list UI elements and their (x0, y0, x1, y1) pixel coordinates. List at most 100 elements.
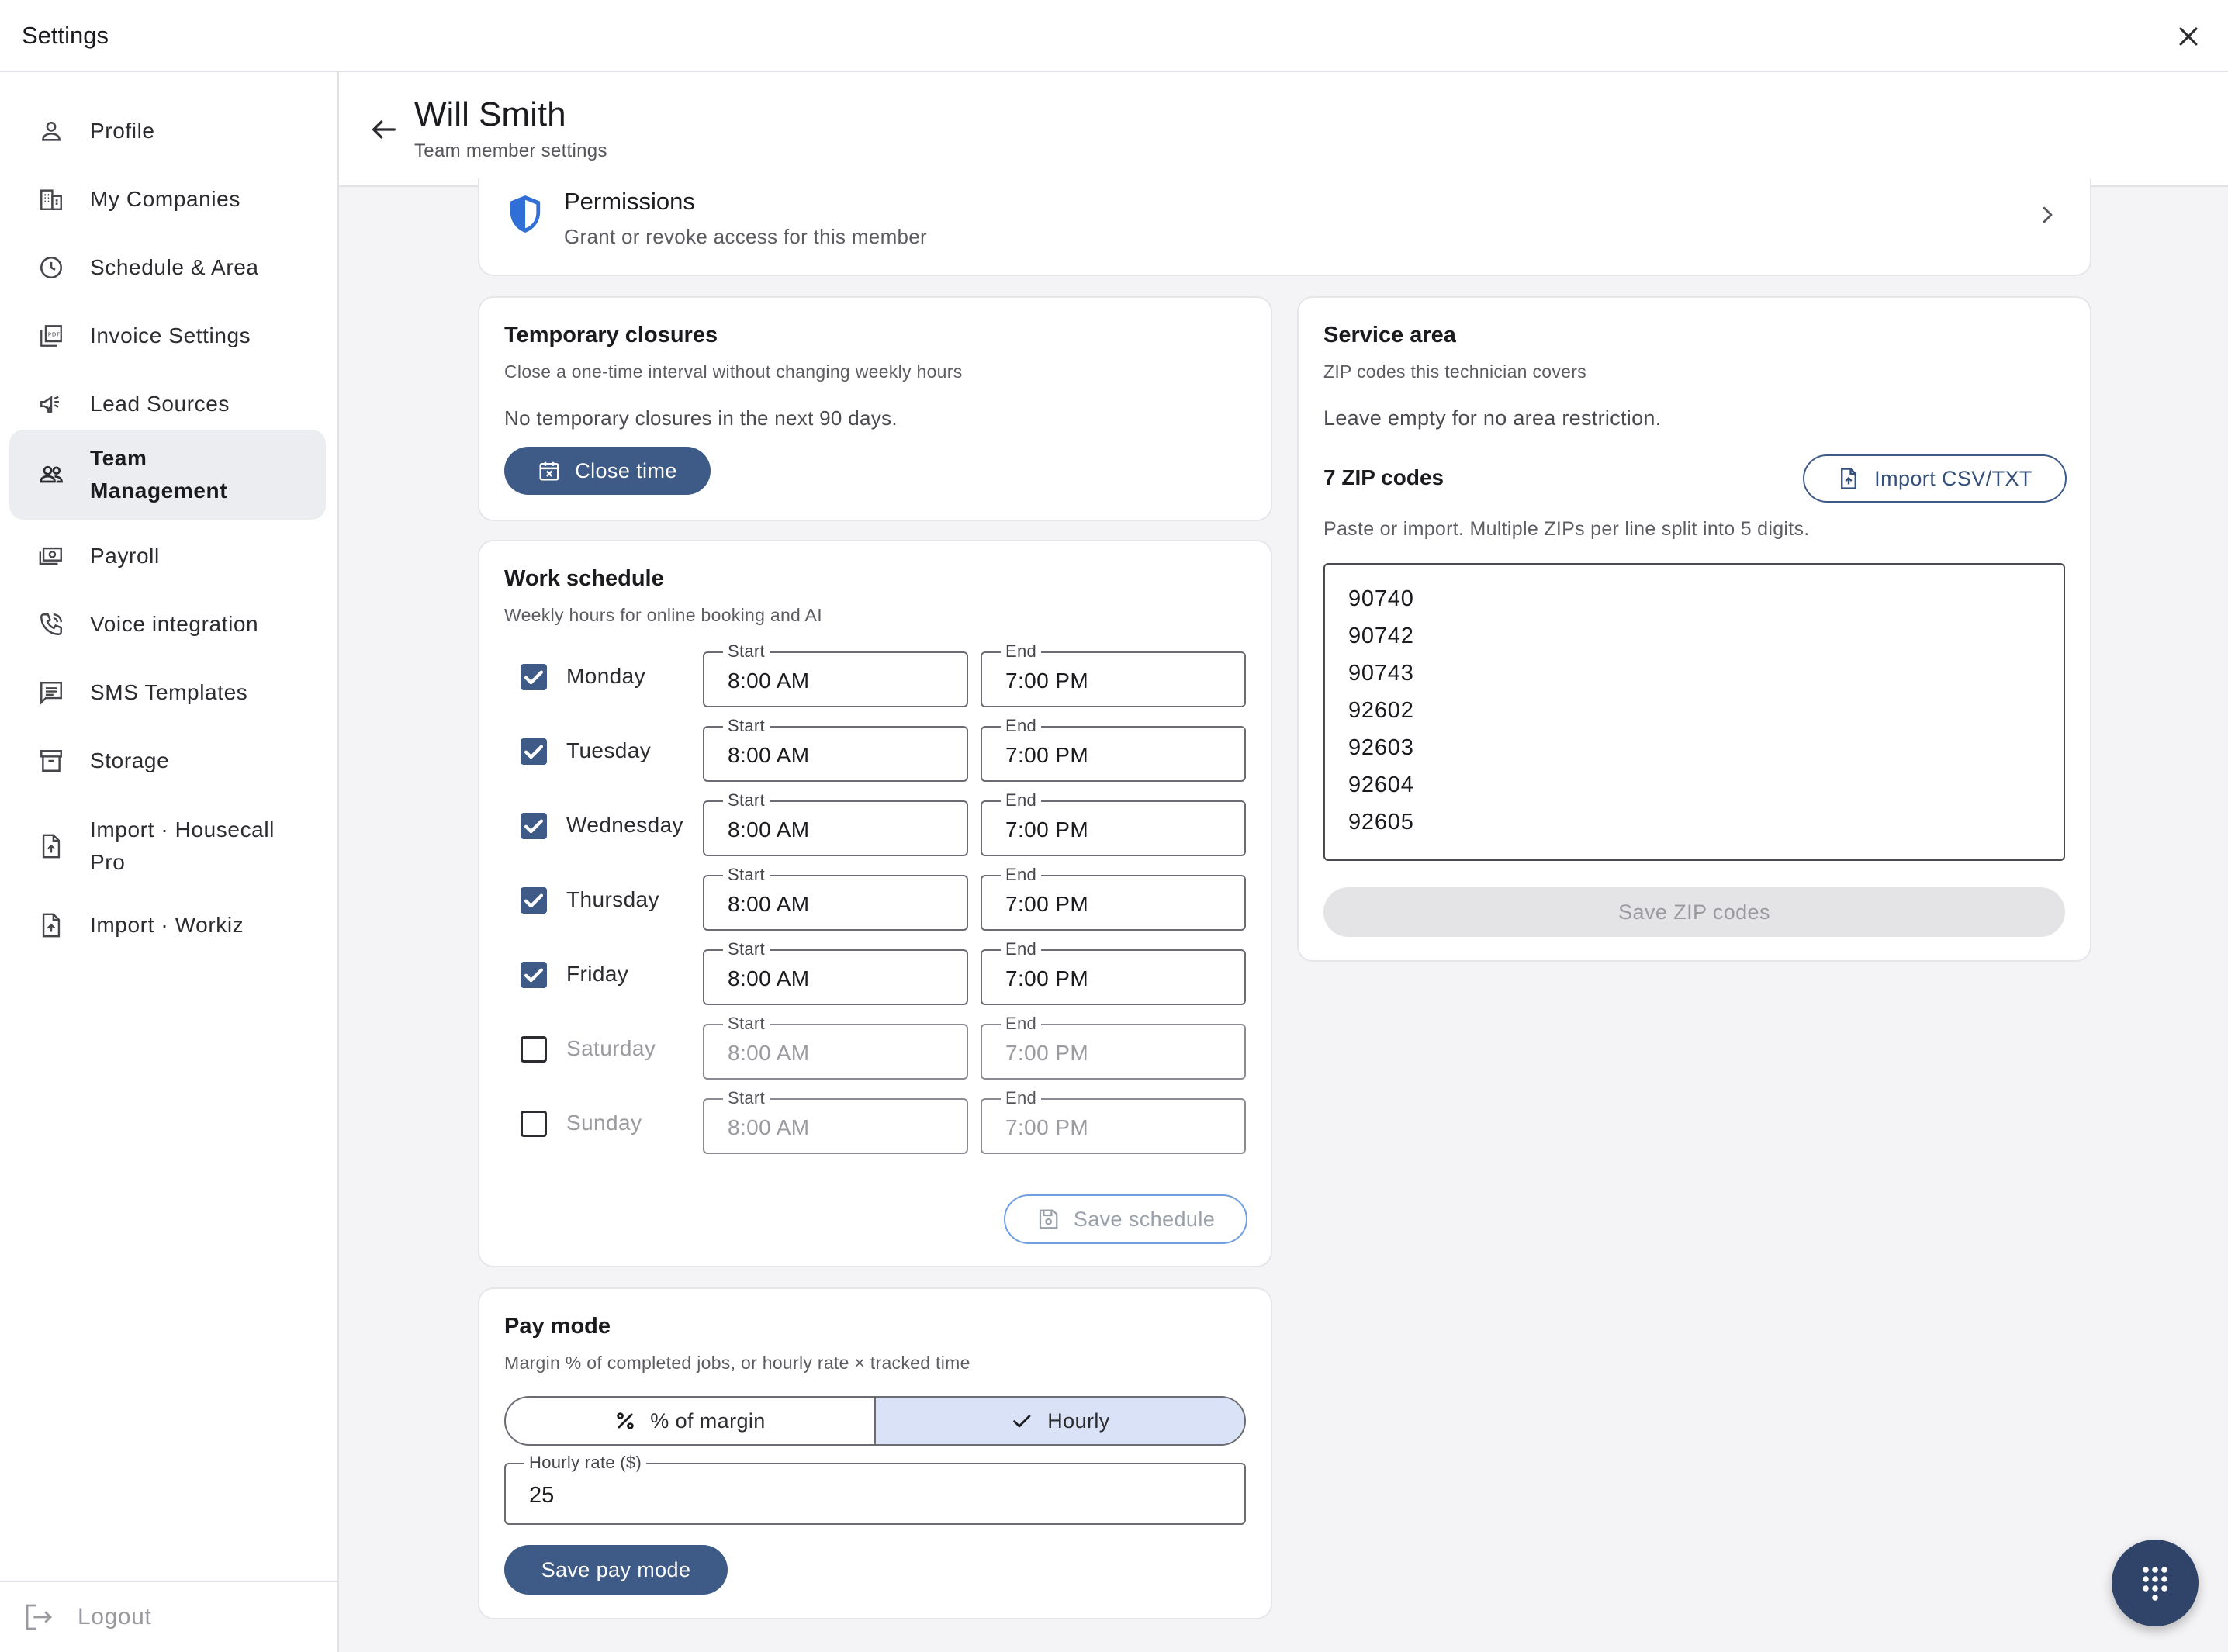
saturday-start-field: Start 8:00 AM (703, 1014, 968, 1080)
monday-end-field[interactable]: End 7:00 PM (981, 642, 1246, 707)
sidebar-item-my-companies[interactable]: My Companies (9, 171, 326, 227)
import-csv-button[interactable]: Import CSV/TXT (1803, 454, 2067, 503)
thursday-checkbox[interactable] (521, 887, 547, 914)
saturday-checkbox[interactable] (521, 1036, 547, 1063)
sunday-end-field: End 7:00 PM (981, 1089, 1246, 1154)
friday-checkbox[interactable] (521, 962, 547, 988)
sidebar-item-lead-sources[interactable]: Lead Sources (9, 376, 326, 432)
zip-code: 90740 (1348, 586, 1414, 611)
logout-icon (22, 1600, 56, 1634)
closures-empty-text: No temporary closures in the next 90 day… (504, 406, 898, 430)
phone-icon (36, 609, 67, 640)
sunday-checkbox[interactable] (521, 1111, 547, 1137)
logout-button[interactable]: Logout (22, 1600, 151, 1634)
save-schedule-button[interactable]: Save schedule (1004, 1194, 1247, 1244)
person-icon (36, 116, 67, 147)
service-area-note: Leave empty for no area restriction. (1323, 406, 1662, 430)
back-button[interactable] (362, 108, 406, 151)
sidebar-item-payroll[interactable]: Payroll (9, 528, 326, 584)
zip-code: 90742 (1348, 624, 1414, 648)
pay-mode-title: Pay mode (504, 1314, 611, 1339)
cash-icon (36, 541, 67, 572)
archive-icon (36, 745, 67, 776)
sidebar-item-voice-integration[interactable]: Voice integration (9, 596, 326, 652)
sidebar-item-import-housecall-pro[interactable]: Import · Housecall Pro (9, 801, 326, 891)
monday-start-field[interactable]: Start 8:00 AM (703, 642, 968, 707)
day-label: Wednesday (566, 813, 683, 837)
sidebar-item-profile[interactable]: Profile (9, 103, 326, 159)
permissions-card[interactable]: Permissions Grant or revoke access for t… (478, 178, 2091, 276)
pdf-icon: PDF (36, 320, 67, 351)
sidebar-item-sms-templates[interactable]: SMS Templates (9, 665, 326, 721)
schedule-row-thursday: Thursday Start 8:00 AM End 7:00 PM (479, 866, 1271, 931)
zip-codes-textarea[interactable]: 90740 90742 90743 92602 92603 92604 9260… (1323, 563, 2065, 861)
check-icon (524, 893, 544, 908)
svg-text:PDF: PDF (48, 331, 61, 338)
temporary-closures-card: Temporary closures Close a one-time inte… (478, 296, 1272, 521)
schedule-row-saturday: Saturday Start 8:00 AM End 7:00 PM (479, 1014, 1271, 1080)
day-label: Tuesday (566, 738, 652, 762)
file-upload-icon (1837, 467, 1860, 490)
tuesday-checkbox[interactable] (521, 738, 547, 765)
building-icon (36, 184, 67, 215)
file-upload-icon (36, 910, 67, 941)
sunday-start-field: Start 8:00 AM (703, 1089, 968, 1154)
check-icon (1010, 1409, 1033, 1433)
close-button[interactable] (2169, 17, 2208, 56)
tuesday-end-field[interactable]: End 7:00 PM (981, 717, 1246, 782)
pay-mode-option-hourly[interactable]: Hourly (874, 1398, 1244, 1444)
day-label: Friday (566, 962, 629, 986)
wednesday-end-field[interactable]: End 7:00 PM (981, 791, 1246, 856)
sidebar-item-invoice-settings[interactable]: PDF Invoice Settings (9, 308, 326, 364)
wednesday-checkbox[interactable] (521, 813, 547, 839)
floppy-disk-icon (1036, 1208, 1060, 1231)
service-area-title: Service area (1323, 323, 1456, 347)
pay-mode-option-margin[interactable]: % of margin (506, 1398, 874, 1444)
thursday-end-field[interactable]: End 7:00 PM (981, 866, 1246, 931)
wednesday-start-field[interactable]: Start 8:00 AM (703, 791, 968, 856)
sidebar-item-storage[interactable]: Storage (9, 733, 326, 789)
friday-start-field[interactable]: Start 8:00 AM (703, 940, 968, 1005)
pay-mode-toggle: % of margin Hourly (504, 1396, 1246, 1446)
chevron-right-icon (2036, 203, 2059, 230)
calendar-x-icon (538, 459, 561, 482)
shield-icon (507, 194, 543, 238)
day-label: Sunday (566, 1111, 642, 1135)
sidebar-item-import-workiz[interactable]: Import · Workiz (9, 897, 326, 953)
zip-code: 92602 (1348, 698, 1414, 723)
zip-code: 92605 (1348, 810, 1414, 835)
zip-code: 90743 (1348, 661, 1414, 686)
tuesday-start-field[interactable]: Start 8:00 AM (703, 717, 968, 782)
sidebar-item-schedule-area[interactable]: Schedule & Area (9, 240, 326, 295)
zip-hint: Paste or import. Multiple ZIPs per line … (1323, 518, 1810, 540)
permissions-title: Permissions (564, 188, 695, 215)
hourly-rate-field[interactable]: Hourly rate ($) 25 (504, 1453, 1246, 1525)
saturday-end-field: End 7:00 PM (981, 1014, 1246, 1080)
check-icon (524, 670, 544, 685)
service-area-subtitle: ZIP codes this technician covers (1323, 361, 1587, 382)
day-label: Thursday (566, 887, 659, 911)
schedule-title: Work schedule (504, 566, 664, 591)
sidebar-item-team-management[interactable]: Team Management (9, 430, 326, 520)
work-schedule-card: Work schedule Weekly hours for online bo… (478, 540, 1272, 1267)
clock-icon (36, 252, 67, 283)
pay-mode-subtitle: Margin % of completed jobs, or hourly ra… (504, 1353, 970, 1373)
app-title: Settings (22, 21, 109, 49)
schedule-row-sunday: Sunday Start 8:00 AM End 7:00 PM (479, 1089, 1271, 1154)
page-header: Will Smith Team member settings (339, 72, 2228, 187)
page-subtitle: Team member settings (414, 140, 607, 161)
save-pay-mode-button[interactable]: Save pay mode (504, 1545, 728, 1595)
dialpad-fab-button[interactable] (2112, 1540, 2199, 1626)
check-icon (524, 745, 544, 759)
schedule-row-friday: Friday Start 8:00 AM End 7:00 PM (479, 940, 1271, 1005)
friday-end-field[interactable]: End 7:00 PM (981, 940, 1246, 1005)
percent-icon (614, 1410, 636, 1432)
schedule-row-wednesday: Wednesday Start 8:00 AM End 7:00 PM (479, 791, 1271, 856)
thursday-start-field[interactable]: Start 8:00 AM (703, 866, 968, 931)
sidebar: Profile My Companies Schedule & Area PDF… (0, 72, 339, 1652)
people-icon (36, 459, 67, 490)
close-icon (2179, 27, 2198, 46)
monday-checkbox[interactable] (521, 664, 547, 690)
close-time-button[interactable]: Close time (504, 447, 711, 495)
closures-title: Temporary closures (504, 323, 718, 347)
